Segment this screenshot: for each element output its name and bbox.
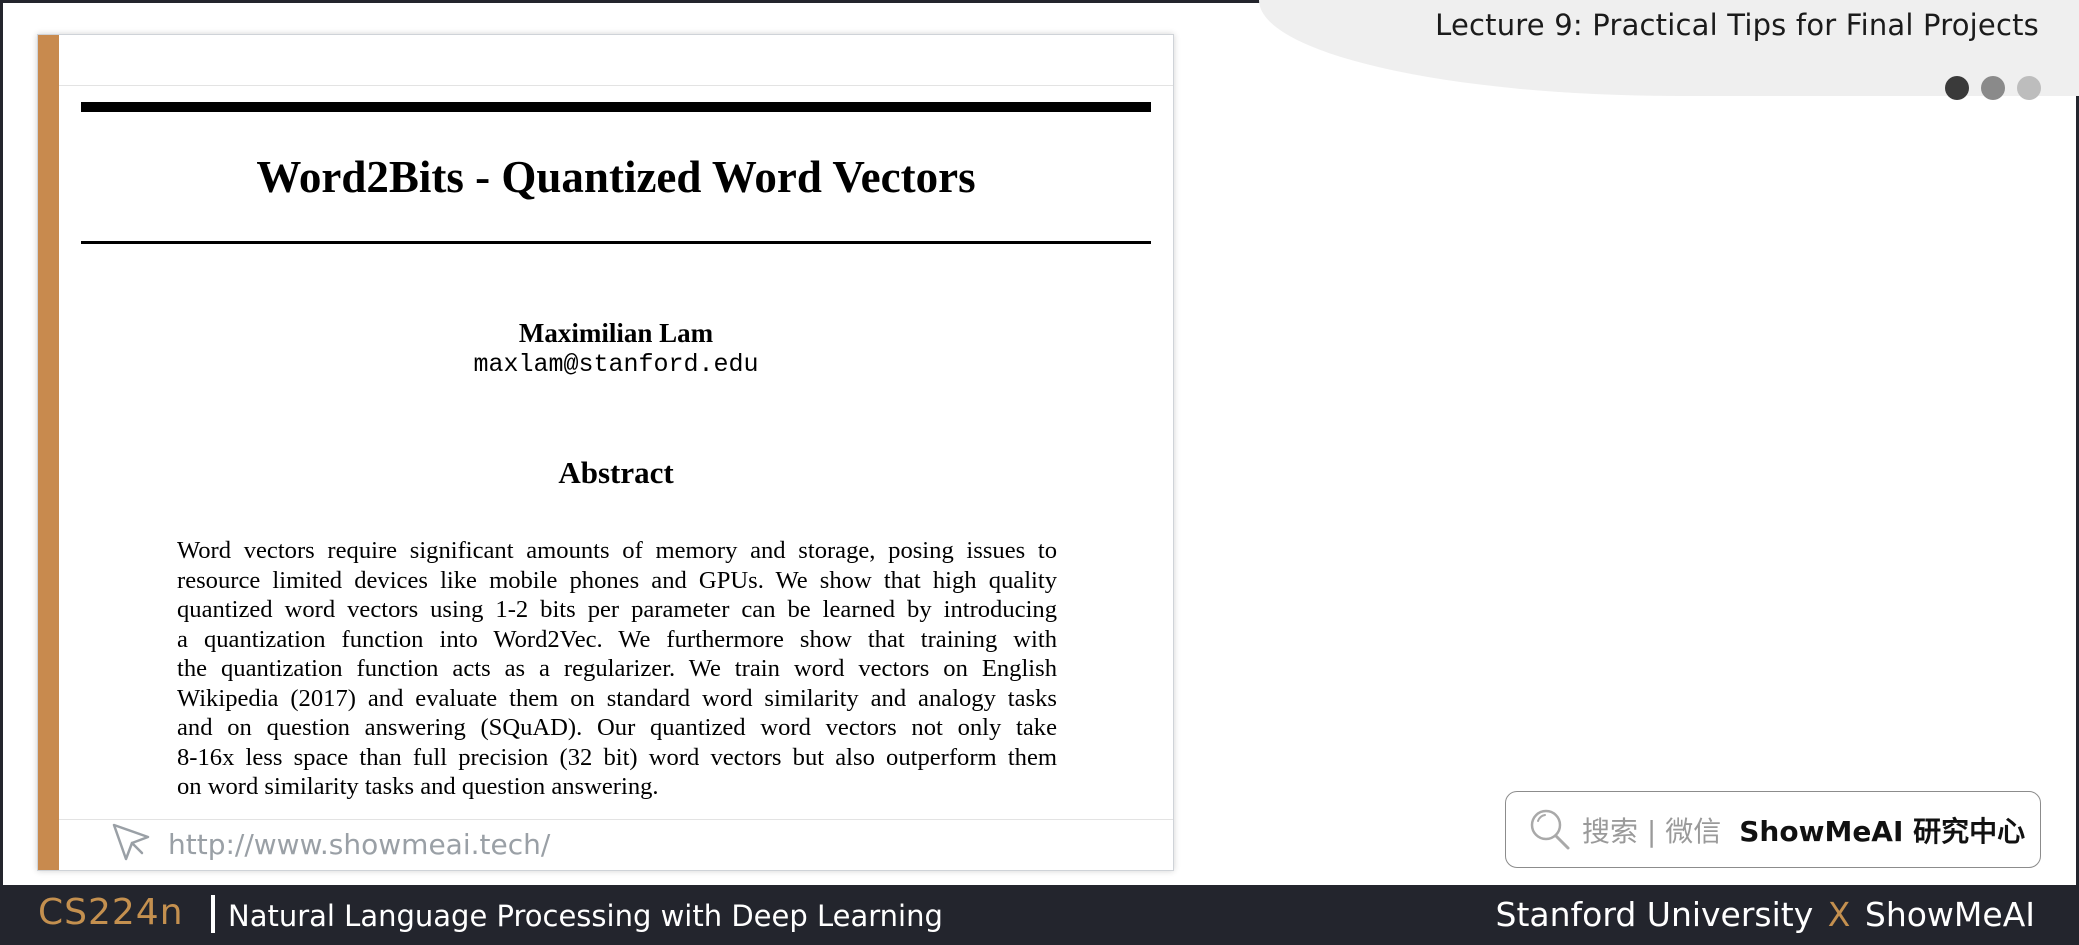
footer-divider <box>211 895 215 933</box>
abstract-line: Word vectors require significant amounts… <box>177 537 1057 564</box>
partners: Stanford University X ShowMeAI <box>1496 895 2035 934</box>
search-brand: ShowMeAI 研究中心 <box>1739 814 2026 848</box>
abstract-line: resource limited devices like mobile pho… <box>177 566 1057 594</box>
dot-dark <box>1945 76 1969 100</box>
abstract-heading: Abstract <box>558 455 674 490</box>
partner-showmeai: ShowMeAI <box>1864 895 2035 934</box>
abstract-text: Word vectors require significant amounts… <box>177 536 1057 802</box>
course-code: CS224n <box>38 892 184 933</box>
showmeai-link[interactable]: http://www.showmeai.tech/ <box>108 816 550 870</box>
footer-bar: CS224n Natural Language Processing with … <box>0 885 2079 945</box>
abstract-line: the quantization function acts as a regu… <box>177 655 1057 682</box>
search-icon <box>1526 805 1572 855</box>
lecture-title: Lecture 9: Practical Tips for Final Proj… <box>1435 8 2039 42</box>
abstract-line: quantized word vectors using 1-2 bits pe… <box>177 596 1057 623</box>
partner-stanford: Stanford University <box>1495 895 1814 934</box>
abstract-line: Wikipedia (2017) and evaluate them on st… <box>177 684 1057 712</box>
partner-separator: X <box>1827 895 1851 934</box>
divider <box>59 85 1173 86</box>
search-hint: 搜索 | 微信 <box>1582 814 1722 848</box>
paper-email: maxlam@stanford.edu <box>473 350 759 379</box>
paper-accent-bar <box>38 35 59 870</box>
abstract-line: and on question answering (SQuAD). Our q… <box>177 714 1057 741</box>
title-rule-bottom <box>81 241 1151 244</box>
abstract-line: on word similarity tasks and question an… <box>177 773 659 800</box>
title-rule-top <box>81 102 1151 112</box>
url-text[interactable]: http://www.showmeai.tech/ <box>168 828 550 861</box>
dot-medium <box>1981 76 2005 100</box>
course-name: Natural Language Processing with Deep Le… <box>228 899 943 933</box>
paper-screenshot: Word2Bits - Quantized Word Vectors Maxim… <box>37 34 1174 871</box>
cursor-arrow-icon <box>108 819 154 869</box>
paper-title: Word2Bits - Quantized Word Vectors <box>256 152 976 202</box>
slide-dots <box>1945 76 2041 100</box>
abstract-line: 8-16x less space than full precision (32… <box>177 743 1057 771</box>
search-box[interactable]: 搜索 | 微信 ShowMeAI 研究中心 <box>1505 791 2041 868</box>
paper-author: Maximilian Lam <box>518 318 714 348</box>
abstract-line: a quantization function into Word2Vec. W… <box>177 625 1057 653</box>
dot-light <box>2017 76 2041 100</box>
